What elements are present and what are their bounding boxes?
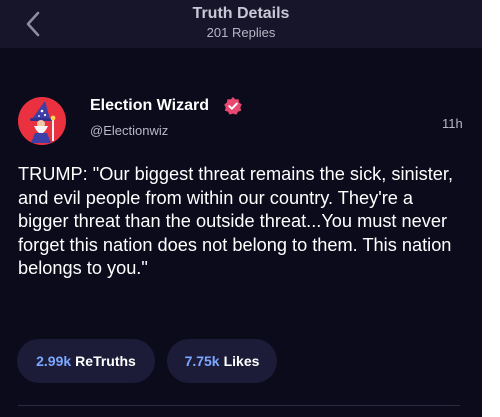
edge-strip	[482, 0, 500, 417]
author-name[interactable]: Election Wizard	[90, 97, 209, 115]
avatar[interactable]	[18, 97, 66, 145]
likes-button[interactable]: 7.75k Likes	[167, 339, 277, 383]
reply-count: 201 Replies	[206, 25, 276, 40]
verified-badge-icon	[224, 97, 242, 115]
post-timestamp: 11h	[442, 116, 463, 131]
wizard-avatar-image	[18, 97, 66, 145]
divider	[18, 405, 460, 406]
likes-label: Likes	[223, 353, 260, 369]
post-body: TRUMP: "Our biggest threat remains the s…	[18, 164, 454, 278]
retruths-count: 2.99k	[36, 353, 72, 369]
author-handle[interactable]: @Electionwiz	[90, 123, 168, 138]
page-title: Truth Details	[192, 5, 290, 22]
retruths-label: ReTruths	[75, 353, 136, 369]
top-bar: Truth Details 201 Replies	[0, 0, 482, 48]
likes-count: 7.75k	[184, 353, 220, 369]
retruths-button[interactable]: 2.99k ReTruths	[17, 339, 155, 383]
